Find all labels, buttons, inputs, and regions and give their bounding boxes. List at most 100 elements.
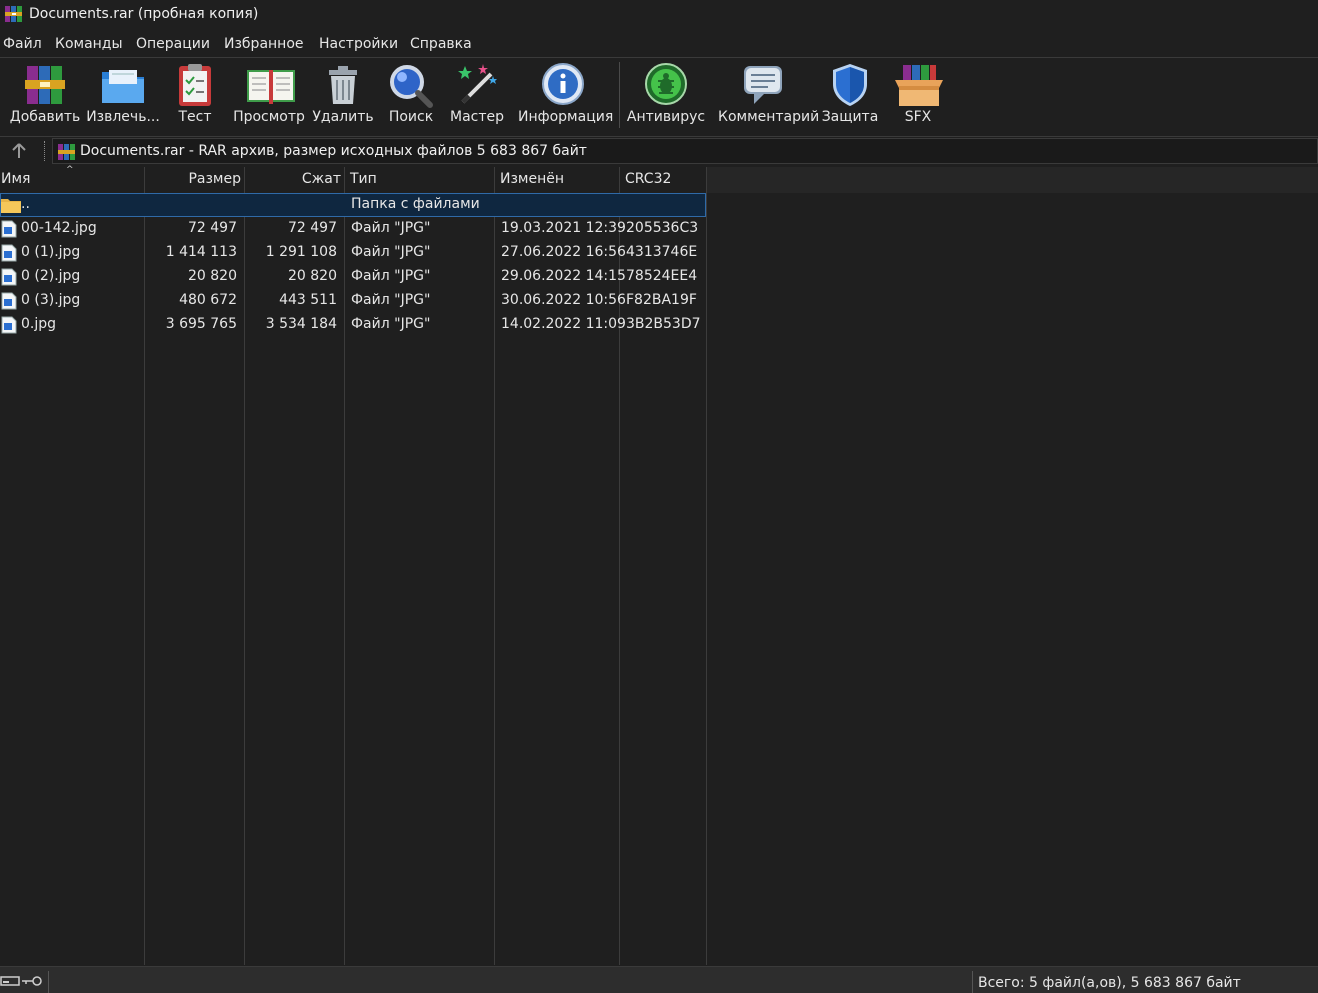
menu-commands[interactable]: Команды xyxy=(55,36,123,52)
shield-icon xyxy=(825,62,875,108)
magnifier-icon xyxy=(386,62,436,108)
status-divider xyxy=(48,971,49,993)
toolbar-separator xyxy=(619,62,620,128)
menu-favorites[interactable]: Избранное xyxy=(224,36,304,52)
file-type: Файл "JPG" xyxy=(351,316,431,332)
menu-settings[interactable]: Настройки xyxy=(319,36,398,52)
antivirus-bug-icon xyxy=(641,62,691,108)
address-bar: Documents.rar - RAR архив, размер исходн… xyxy=(0,137,1318,165)
status-bar: Всего: 5 файл(а,ов), 5 683 867 байт xyxy=(0,966,1318,993)
protect-button[interactable]: Защита xyxy=(822,58,878,134)
rar-archive-icon xyxy=(57,143,77,165)
file-size: 20 820 xyxy=(188,268,237,284)
file-name: 0 (2).jpg xyxy=(21,268,81,284)
file-crc32: 78524EE4 xyxy=(626,268,698,284)
file-name: 0 (3).jpg xyxy=(21,292,81,308)
file-packed: 443 511 xyxy=(279,292,337,308)
add-button-label: Добавить xyxy=(9,109,81,125)
up-arrow-icon[interactable] xyxy=(8,140,30,162)
delete-button[interactable]: Удалить xyxy=(312,58,374,134)
column-header-name[interactable]: Имя xyxy=(1,171,30,187)
file-packed: 3 534 184 xyxy=(265,316,337,332)
info-button[interactable]: Информация xyxy=(518,58,613,134)
file-size: 3 695 765 xyxy=(165,316,237,332)
table-row[interactable]: 0 (2).jpg 20 820 20 820 Файл "JPG" 29.06… xyxy=(0,265,706,289)
jpg-file-icon xyxy=(1,268,17,290)
file-crc32: 4313746E xyxy=(626,244,698,260)
jpg-file-icon xyxy=(1,220,17,242)
file-name: 00-142.jpg xyxy=(21,220,97,236)
add-button[interactable]: Добавить xyxy=(10,58,80,134)
drive-key-icon[interactable] xyxy=(0,975,44,991)
file-size: 480 672 xyxy=(179,292,237,308)
menu-file[interactable]: Файл xyxy=(3,36,42,52)
info-button-label: Информация xyxy=(518,109,614,125)
address-field[interactable]: Documents.rar - RAR архив, размер исходн… xyxy=(52,138,1318,164)
jpg-file-icon xyxy=(1,292,17,314)
parent-folder-row[interactable]: .. Папка с файлами xyxy=(0,193,706,217)
address-text: Documents.rar - RAR архив, размер исходн… xyxy=(80,143,587,159)
wizard-button-label: Мастер xyxy=(449,109,504,125)
file-modified: 30.06.2022 10:56 xyxy=(501,292,626,308)
list-header-empty xyxy=(706,167,1318,193)
column-header-packed[interactable]: Сжат xyxy=(246,171,341,187)
antivirus-button[interactable]: Антивирус xyxy=(627,58,705,134)
test-button[interactable]: Тест xyxy=(170,58,220,134)
find-button[interactable]: Поиск xyxy=(386,58,436,134)
parent-folder-name: .. xyxy=(21,196,30,212)
file-packed: 1 291 108 xyxy=(265,244,337,260)
sort-ascending-icon: ^ xyxy=(66,165,74,175)
menu-help[interactable]: Справка xyxy=(410,36,472,52)
file-packed: 20 820 xyxy=(288,268,337,284)
table-row[interactable]: 0.jpg 3 695 765 3 534 184 Файл "JPG" 14.… xyxy=(0,313,706,337)
column-header-type[interactable]: Тип xyxy=(350,171,377,187)
file-size: 72 497 xyxy=(188,220,237,236)
table-row[interactable]: 0 (1).jpg 1 414 113 1 291 108 Файл "JPG"… xyxy=(0,241,706,265)
file-type: Файл "JPG" xyxy=(351,292,431,308)
comment-icon xyxy=(738,62,788,108)
sfx-button-label: SFX xyxy=(904,109,932,125)
file-list: Имя ^ Размер Сжат Тип Изменён CRC32 .. П… xyxy=(0,165,1318,965)
wizard-button[interactable]: Мастер xyxy=(450,58,504,134)
parent-folder-type: Папка с файлами xyxy=(351,196,480,212)
file-modified: 29.06.2022 14:15 xyxy=(501,268,626,284)
wizard-wand-icon xyxy=(452,62,502,108)
test-clipboard-icon xyxy=(170,62,220,108)
column-header-size[interactable]: Размер xyxy=(146,171,241,187)
folder-icon xyxy=(1,197,21,217)
menu-operations[interactable]: Операции xyxy=(136,36,210,52)
view-book-icon xyxy=(244,62,295,108)
extract-folder-icon xyxy=(98,62,148,108)
table-row[interactable]: 0 (3).jpg 480 672 443 511 Файл "JPG" 30.… xyxy=(0,289,706,313)
file-name: 0 (1).jpg xyxy=(21,244,81,260)
comment-button[interactable]: Комментарий xyxy=(718,58,819,134)
window-title: Documents.rar (пробная копия) xyxy=(29,6,259,22)
sfx-box-icon xyxy=(893,62,943,108)
table-row[interactable]: 00-142.jpg 72 497 72 497 Файл "JPG" 19.0… xyxy=(0,217,706,241)
menu-bar: Файл Команды Операции Избранное Настройк… xyxy=(0,33,1318,58)
add-archive-icon xyxy=(20,62,70,108)
file-name: 0.jpg xyxy=(21,316,57,332)
jpg-file-icon xyxy=(1,316,17,338)
antivirus-button-label: Антивирус xyxy=(626,109,706,125)
column-header-crc32[interactable]: CRC32 xyxy=(625,171,671,187)
status-summary: Всего: 5 файл(а,ов), 5 683 867 байт xyxy=(978,975,1241,991)
info-icon xyxy=(538,62,588,108)
file-modified: 14.02.2022 11:09 xyxy=(501,316,626,332)
jpg-file-icon xyxy=(1,244,17,266)
file-packed: 72 497 xyxy=(288,220,337,236)
title-bar: Documents.rar (пробная копия) xyxy=(0,0,1318,30)
file-crc32: 3B2B53D7 xyxy=(626,316,701,332)
view-button[interactable]: Просмотр xyxy=(233,58,305,134)
column-header-modified[interactable]: Изменён xyxy=(500,171,564,187)
toolbar: Добавить Извлечь... Тест Просмотр Удалит… xyxy=(0,58,1318,137)
file-type: Файл "JPG" xyxy=(351,244,431,260)
list-header: Имя ^ Размер Сжат Тип Изменён CRC32 xyxy=(0,165,706,193)
column-divider xyxy=(706,167,707,965)
extract-button[interactable]: Извлечь... xyxy=(86,58,160,134)
sfx-button[interactable]: SFX xyxy=(893,58,943,134)
file-size: 1 414 113 xyxy=(165,244,237,260)
file-type: Файл "JPG" xyxy=(351,268,431,284)
file-crc32: F82BA19F xyxy=(626,292,697,308)
file-type: Файл "JPG" xyxy=(351,220,431,236)
